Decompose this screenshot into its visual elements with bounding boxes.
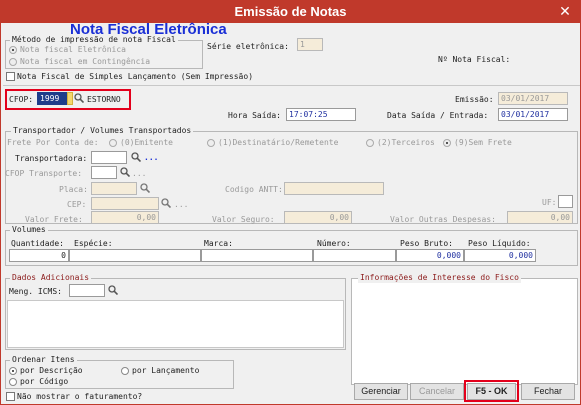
placa-label: Placa: — [59, 185, 88, 194]
antt-label: Codigo ANTT: — [225, 185, 283, 194]
especie-field[interactable] — [69, 249, 201, 262]
simples-lancamento-label: Nota Fiscal de Simples Lançamento (Sem I… — [17, 72, 254, 81]
radio-por-codigo-label: por Código — [20, 377, 69, 386]
nao-mostrar-checkbox[interactable] — [6, 392, 15, 401]
transportadora-more-button[interactable]: ... — [144, 153, 158, 163]
especie-label: Espécie: — [74, 239, 113, 248]
fisco-title: Informações de Interesse do Fisco — [358, 273, 521, 283]
data-saida-label: Data Saída / Entrada: — [387, 111, 489, 120]
nf-number-label: Nº Nota Fiscal: — [438, 55, 511, 64]
radio-nota-eletronica-label: Nota fiscal Eletrônica — [20, 45, 126, 54]
quantidade-field[interactable]: 0 — [9, 249, 69, 262]
transportadora-search-icon[interactable] — [131, 152, 141, 162]
quantidade-label: Quantidade: — [11, 239, 64, 248]
marca-field[interactable] — [201, 249, 313, 262]
transporte-group-title: Transportador / Volumes Transportados — [11, 126, 194, 136]
cep-search-icon[interactable] — [161, 198, 171, 208]
radio-frete-terceiros[interactable] — [366, 139, 374, 147]
radio-nota-contingencia-label: Nota fiscal em Contingência — [20, 57, 151, 66]
window-title: Emissão de Notas — [234, 4, 347, 19]
valor-frete-label: Valor Frete: — [25, 215, 83, 224]
hora-saida-field[interactable]: 17:07:25 — [286, 108, 356, 121]
hora-saida-label: Hora Saída: — [228, 111, 281, 120]
emissao-label: Emissão: — [455, 95, 494, 104]
radio-frete-destinatario-label: (1)Destinatário/Remetente — [218, 138, 339, 147]
cfop-transporte-search-icon[interactable] — [120, 167, 130, 177]
emissao-field[interactable]: 03/01/2017 — [498, 92, 568, 105]
numero-label: Número: — [317, 239, 351, 248]
metodo-group-title: Método de impressão de nota Fiscal — [10, 35, 178, 45]
icms-field[interactable] — [69, 284, 105, 297]
icms-search-icon[interactable] — [108, 285, 118, 295]
radio-frete-sem-frete[interactable] — [443, 139, 451, 147]
cfop-transporte-label: CFOP Transporte: — [5, 169, 83, 178]
valor-seguro-field[interactable]: 0,00 — [284, 211, 352, 224]
radio-frete-sem-frete-label: (9)Sem Frete — [454, 138, 512, 147]
simples-lancamento-checkbox[interactable] — [6, 72, 15, 81]
uf-label: UF: — [542, 198, 557, 207]
cfop-transporte-field[interactable] — [91, 166, 117, 179]
placa-search-icon[interactable] — [140, 183, 150, 193]
dados-adicionais-title: Dados Adicionais — [10, 273, 92, 283]
peso-liquido-field[interactable]: 0,000 — [464, 249, 536, 262]
placa-field[interactable] — [91, 182, 137, 195]
ordenar-title: Ordenar Itens — [10, 355, 77, 365]
cfop-label: CFOP: — [9, 95, 34, 104]
radio-frete-emitente[interactable] — [109, 139, 117, 147]
cfop-field[interactable]: 1999 — [37, 92, 67, 105]
icms-label: Meng. ICMS: — [9, 287, 62, 296]
valor-frete-field[interactable]: 0,00 — [91, 211, 159, 224]
divider — [3, 85, 580, 86]
antt-field[interactable] — [284, 182, 384, 195]
radio-frete-terceiros-label: (2)Terceiros — [377, 138, 435, 147]
peso-liquido-label: Peso Líquido: — [468, 239, 531, 248]
outras-despesas-label: Valor Outras Despesas: — [390, 215, 496, 224]
numero-field[interactable] — [313, 249, 396, 262]
dados-adicionais-textarea[interactable] — [7, 300, 344, 348]
radio-nota-contingencia[interactable] — [9, 58, 17, 66]
radio-por-lancamento-label: por Lançamento — [132, 366, 200, 375]
ok-button[interactable]: F5 - OK — [467, 383, 516, 400]
radio-por-codigo[interactable] — [9, 378, 17, 386]
radio-por-descricao[interactable] — [9, 367, 17, 375]
radio-frete-emitente-label: (0)Emitente — [120, 138, 173, 147]
serie-label: Série eletrônica: — [207, 42, 289, 51]
marca-label: Marca: — [204, 239, 233, 248]
cfop-search-icon[interactable] — [74, 93, 84, 103]
cfop-marker — [67, 92, 73, 105]
radio-por-descricao-label: por Descrição — [20, 366, 83, 375]
serie-field[interactable]: 1 — [297, 38, 323, 51]
cep-label: CEP: — [67, 200, 87, 209]
peso-bruto-field[interactable]: 0,000 — [396, 249, 464, 262]
gerenciar-button[interactable]: Gerenciar — [354, 383, 408, 400]
peso-bruto-label: Peso Bruto: — [400, 239, 453, 248]
radio-por-lancamento[interactable] — [121, 367, 129, 375]
cfop-transporte-more-button[interactable]: ... — [132, 169, 146, 179]
cfop-description: ESTORNO — [87, 95, 121, 104]
radio-frete-destinatario[interactable] — [207, 139, 215, 147]
transportadora-label: Transportadora: — [15, 154, 88, 163]
emissao-de-notas-window: Emissão de Notas ✕ Nota Fiscal Eletrônic… — [0, 0, 581, 405]
uf-field[interactable] — [558, 195, 573, 208]
cep-field[interactable] — [91, 197, 159, 210]
nao-mostrar-label: Não mostrar o faturamento? — [17, 392, 143, 401]
outras-despesas-field[interactable]: 0,00 — [507, 211, 573, 224]
fisco-group[interactable] — [351, 278, 578, 385]
cancelar-button[interactable]: Cancelar — [410, 383, 464, 400]
radio-nota-eletronica[interactable] — [9, 46, 17, 54]
close-button[interactable]: ✕ — [550, 2, 580, 22]
volumes-group-title: Volumes — [10, 225, 48, 235]
data-saida-field[interactable]: 03/01/2017 — [498, 108, 568, 121]
transportadora-field[interactable] — [91, 151, 127, 164]
cep-more-button[interactable]: ... — [174, 200, 188, 210]
valor-seguro-label: Valor Seguro: — [212, 215, 275, 224]
fechar-button[interactable]: Fechar — [521, 383, 575, 400]
frete-label: Frete Por Conta de: — [7, 138, 99, 147]
